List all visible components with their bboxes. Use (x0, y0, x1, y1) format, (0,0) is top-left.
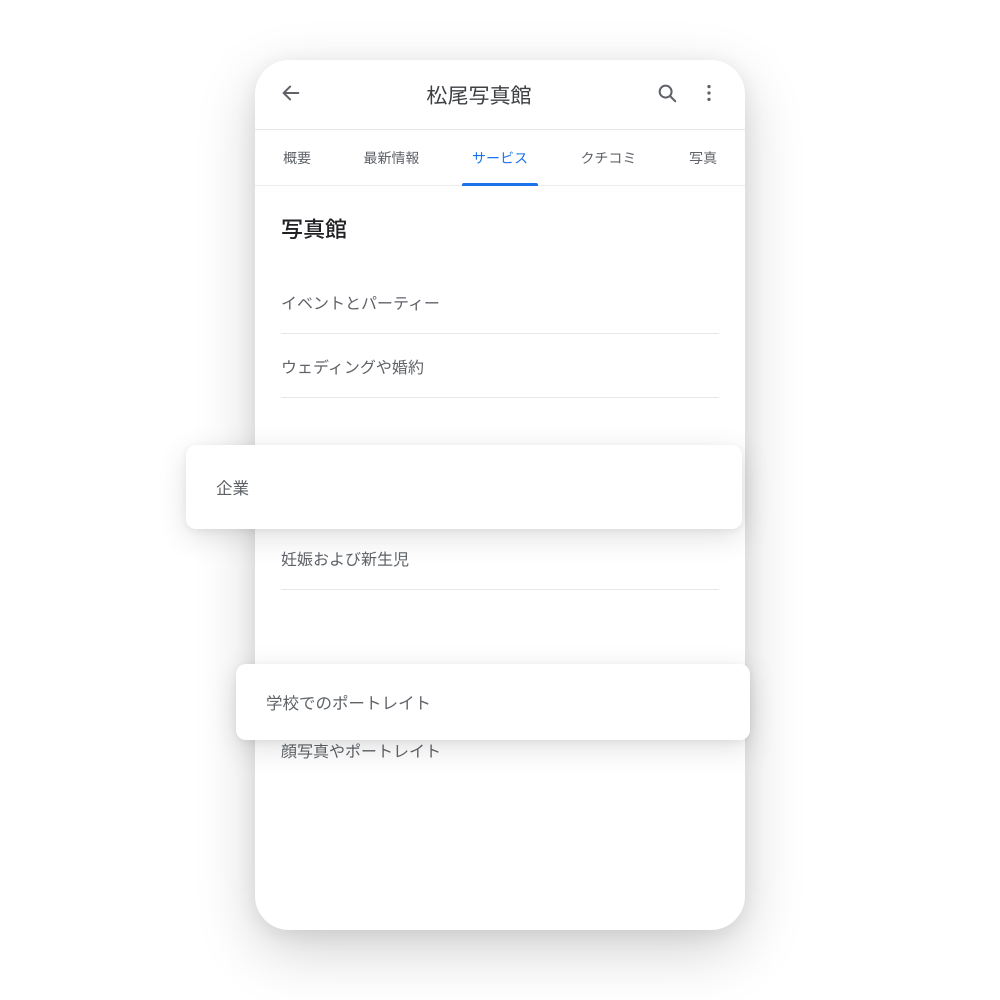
service-item[interactable]: ウェディングや婚約 (281, 334, 719, 398)
highlight-card-school[interactable]: 学校でのポートレイト (236, 664, 750, 740)
overflow-menu-button[interactable] (693, 79, 725, 111)
highlight-card-corporate[interactable]: 企業 (186, 445, 742, 529)
highlight-card-label: 学校でのポートレイト (266, 690, 431, 714)
page-title: 松尾写真館 (317, 80, 641, 110)
service-item[interactable]: イベントとパーティー (281, 270, 719, 334)
tab-updates[interactable]: 最新情報 (360, 130, 424, 185)
tab-overview[interactable]: 概要 (279, 130, 315, 185)
search-button[interactable] (651, 79, 683, 111)
tab-services[interactable]: サービス (468, 130, 532, 185)
highlight-card-label: 企業 (216, 475, 249, 499)
arrow-left-icon (280, 82, 302, 108)
tab-bar: 概要 最新情報 サービス クチコミ 写真 (255, 130, 745, 186)
tab-photos[interactable]: 写真 (685, 130, 721, 185)
search-icon (656, 82, 678, 108)
section-title: 写真館 (281, 212, 719, 244)
service-item[interactable]: 妊娠および新生児 (281, 526, 719, 590)
more-vertical-icon (698, 82, 720, 108)
back-button[interactable] (275, 79, 307, 111)
tab-reviews[interactable]: クチコミ (577, 130, 641, 185)
app-bar: 松尾写真館 (255, 60, 745, 130)
